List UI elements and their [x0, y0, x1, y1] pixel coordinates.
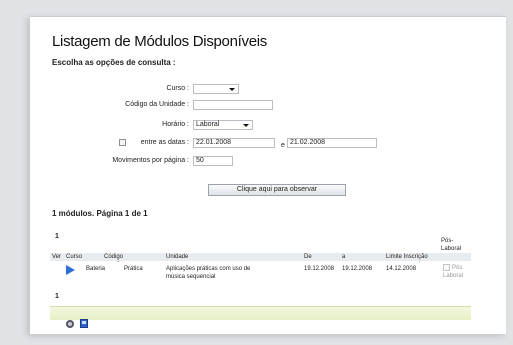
col-codigo: Código [104, 254, 124, 260]
pager-bottom[interactable]: 1 [55, 293, 59, 300]
pos-laboral-checkbox[interactable] [443, 264, 450, 271]
col-pos-laboral-line2: Laboral [441, 246, 462, 252]
view-play-icon[interactable] [66, 265, 75, 275]
col-limite: Limite Inscrição [386, 254, 428, 260]
col-curso: Curso [66, 254, 83, 260]
pdf-export-icon[interactable] [66, 320, 74, 328]
col-de: De [304, 254, 312, 260]
horario-value: Laboral [196, 121, 220, 128]
horario-row: Horário : [100, 120, 189, 131]
horario-select[interactable]: Laboral [193, 120, 253, 130]
row-unidade-line2: música sequencial [166, 274, 216, 280]
row-curso: Bateria [86, 266, 106, 272]
footer-bar [50, 306, 471, 320]
excel-export-icon[interactable] [80, 319, 88, 328]
datas-row: entre as datas : [100, 138, 189, 149]
row-limite: 14.12.2008 [386, 266, 417, 272]
options-subtitle: Escolha as opções de consulta : [52, 58, 176, 67]
row-de: 19.12.2008 [304, 266, 335, 272]
page-title: Listagem de Módulos Disponíveis [52, 33, 267, 50]
movimentos-label: Movimentos por página : [112, 157, 189, 164]
col-pos-laboral-line1: Pós- [441, 238, 454, 244]
codigo-unidade-row: Código da Unidade : [100, 100, 189, 111]
curso-row: Curso : [100, 84, 189, 95]
chevron-down-icon [243, 124, 249, 127]
results-summary: 1 módulos. Página 1 de 1 [52, 209, 148, 218]
datas-connector: e [281, 142, 285, 149]
movimentos-row: Movimentos por página : [80, 156, 189, 167]
datas-label: entre as datas : [140, 139, 189, 146]
codigo-unidade-input[interactable] [193, 100, 273, 110]
data-inicio-input[interactable]: 22.01.2008 [193, 138, 275, 148]
data-fim-input[interactable]: 21.02.2008 [287, 138, 377, 148]
observe-button[interactable]: Clique aqui para observar [208, 184, 346, 196]
row-unidade-line1: Aplicações práticas com uso de [166, 266, 251, 272]
col-a: a [342, 254, 346, 260]
curso-select[interactable] [193, 84, 239, 94]
col-unidade: Unidade [166, 254, 189, 260]
curso-label: Curso : [166, 85, 189, 92]
movimentos-input[interactable]: 50 [193, 156, 233, 166]
col-ver: Ver [52, 254, 62, 260]
row-codigo: Prática [124, 266, 143, 272]
chevron-down-icon [229, 88, 235, 91]
codigo-unidade-label: Código da Unidade : [125, 101, 189, 108]
pager-top[interactable]: 1 [55, 233, 59, 240]
horario-label: Horário : [162, 121, 189, 128]
pos-laboral-text-line1: Pós [452, 265, 463, 271]
row-a: 19.12.2008 [342, 266, 373, 272]
pos-laboral-text-line2: Laboral [443, 273, 464, 279]
